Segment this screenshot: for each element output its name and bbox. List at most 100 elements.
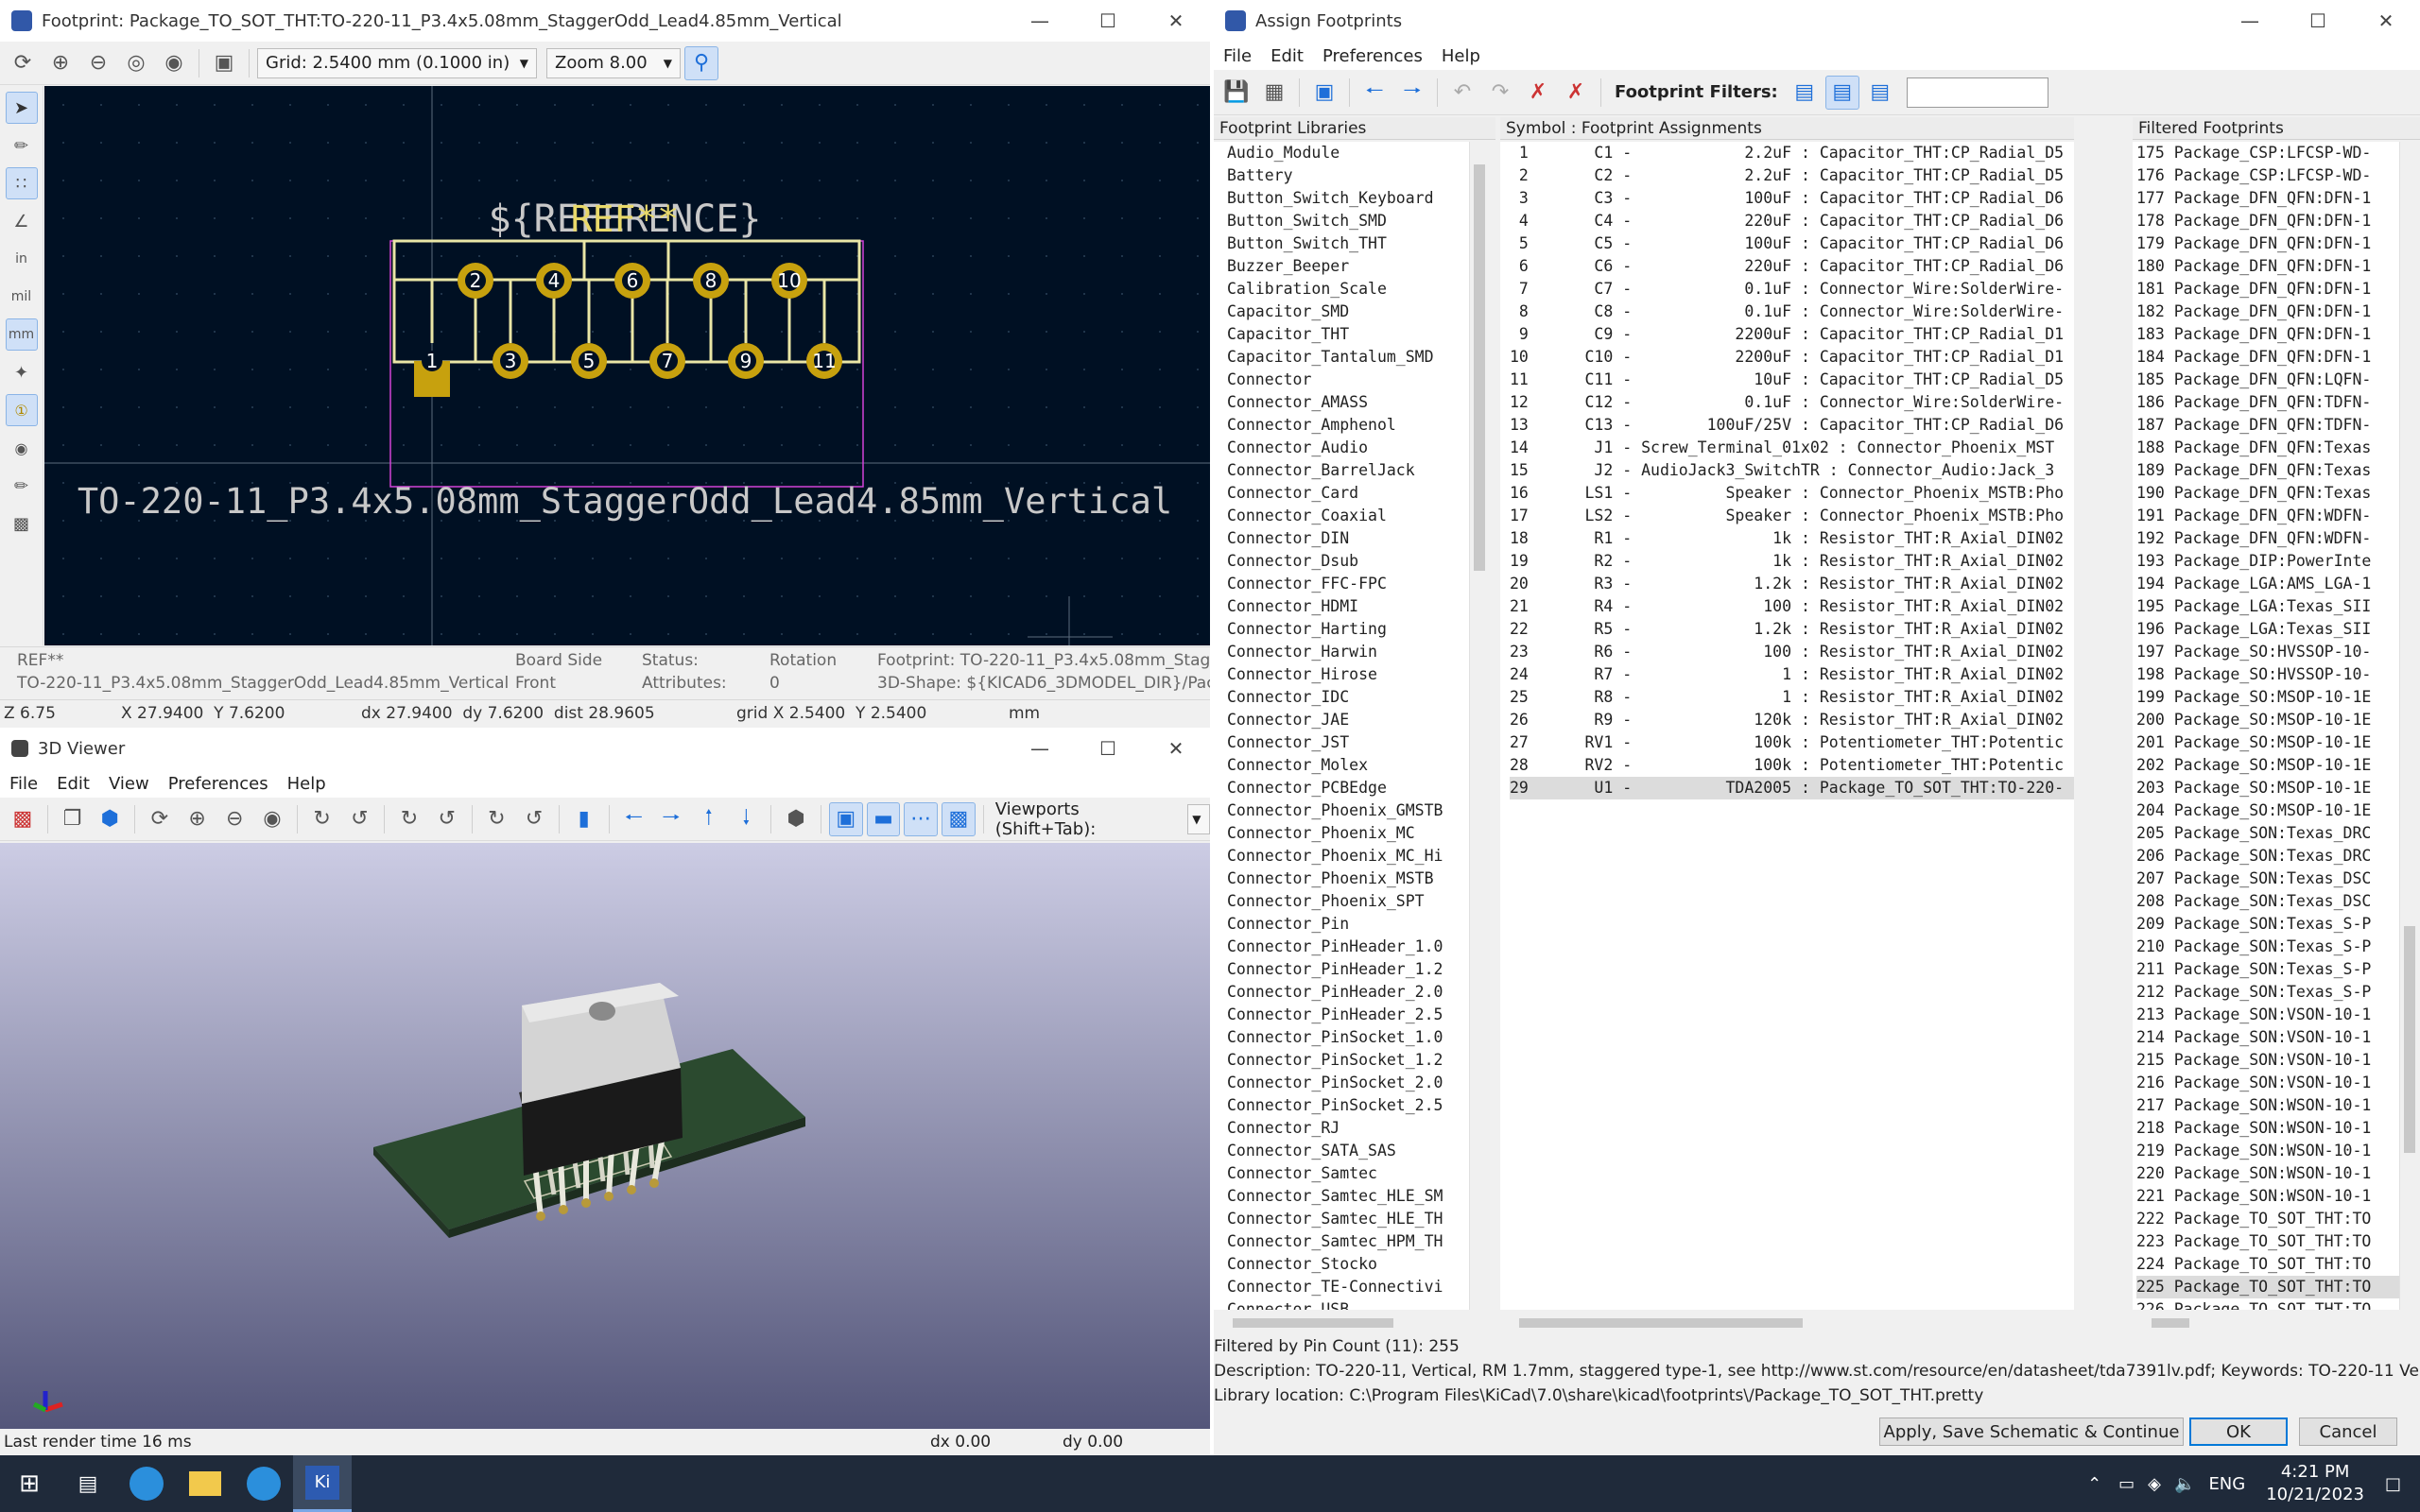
maximize-icon[interactable]: ☐ bbox=[2284, 0, 2352, 42]
library-item[interactable]: Connector_PinHeader_1.2 bbox=[1227, 958, 1488, 981]
filtered-footprints-list[interactable]: 175 Package_CSP:LFCSP-WD- 176 Package_CSP… bbox=[2133, 142, 2407, 1310]
library-item[interactable]: Button_Switch_THT bbox=[1227, 232, 1488, 255]
notification-icon[interactable]: □ bbox=[2385, 1474, 2401, 1494]
assignment-row[interactable]: 3 C3 - 100uF : Capacitor_THT:CP_Radial_D… bbox=[1510, 187, 2074, 210]
library-item[interactable]: Capacitor_Tantalum_SMD bbox=[1227, 346, 1488, 369]
filtered-footprint-row[interactable]: 217 Package_SON:WSON-10-1 bbox=[2136, 1094, 2407, 1117]
grid-toggle-icon[interactable]: ∷ bbox=[5, 167, 38, 199]
assignments-list[interactable]: 1 C1 - 2.2uF : Capacitor_THT:CP_Radial_D… bbox=[1500, 142, 2074, 1310]
library-item[interactable]: Connector_Samtec_HPM_TH bbox=[1227, 1230, 1488, 1253]
filtered-footprint-row[interactable]: 178 Package_DFN_QFN:DFN-1 bbox=[2136, 210, 2407, 232]
minimize-icon[interactable]: — bbox=[2216, 0, 2284, 42]
library-item[interactable]: Connector_Audio bbox=[1227, 437, 1488, 459]
units-mil-icon[interactable]: mil bbox=[6, 281, 38, 313]
filtered-footprint-row[interactable]: 207 Package_SON:Texas_DSC bbox=[2136, 868, 2407, 890]
filtered-footprint-row[interactable]: 214 Package_SON:VSON-10-1 bbox=[2136, 1026, 2407, 1049]
filtered-footprint-row[interactable]: 175 Package_CSP:LFCSP-WD- bbox=[2136, 142, 2407, 164]
libraries-hscroll[interactable] bbox=[1214, 1314, 1488, 1332]
library-item[interactable]: Connector_PinHeader_2.5 bbox=[1227, 1004, 1488, 1026]
polar-coords-icon[interactable]: ∠ bbox=[6, 205, 38, 237]
menu-edit[interactable]: Edit bbox=[47, 774, 99, 794]
move-left-icon[interactable]: 🠐 bbox=[617, 802, 651, 836]
filtered-footprint-row[interactable]: 220 Package_SON:WSON-10-1 bbox=[2136, 1162, 2407, 1185]
filtered-footprint-row[interactable]: 180 Package_DFN_QFN:DFN-1 bbox=[2136, 255, 2407, 278]
filtered-footprint-row[interactable]: 198 Package_SO:HVSSOP-10- bbox=[2136, 663, 2407, 686]
rotate-z-ccw-icon[interactable]: ↺ bbox=[517, 802, 551, 836]
rotate-y-ccw-icon[interactable]: ↺ bbox=[430, 802, 464, 836]
filtered-footprint-row[interactable]: 202 Package_SO:MSOP-10-1E bbox=[2136, 754, 2407, 777]
library-item[interactable]: Connector_Phoenix_SPT bbox=[1227, 890, 1488, 913]
library-item[interactable]: Connector_Phoenix_MSTB bbox=[1227, 868, 1488, 890]
filtered-footprint-row[interactable]: 191 Package_DFN_QFN:WDFN- bbox=[2136, 505, 2407, 527]
filtered-footprint-row[interactable]: 219 Package_SON:WSON-10-1 bbox=[2136, 1140, 2407, 1162]
library-item[interactable]: Connector_Samtec_HLE_SM bbox=[1227, 1185, 1488, 1208]
flip-board-icon[interactable]: ▮ bbox=[567, 802, 601, 836]
filtered-footprint-row[interactable]: 216 Package_SON:VSON-10-1 bbox=[2136, 1072, 2407, 1094]
text-sketch-icon[interactable]: ▩ bbox=[6, 507, 38, 540]
assignment-row[interactable]: 15 J2 - AudioJack3_SwitchTR : Connector_… bbox=[1510, 459, 2074, 482]
clock[interactable]: 4:21 PM 10/21/2023 bbox=[2266, 1461, 2364, 1506]
filtered-footprint-row[interactable]: 211 Package_SON:Texas_S-P bbox=[2136, 958, 2407, 981]
library-item[interactable]: Connector_Harting bbox=[1227, 618, 1488, 641]
grid-select[interactable]: Grid: 2.5400 mm (0.1000 in) ▼ bbox=[257, 47, 537, 78]
filtered-footprint-row[interactable]: 223 Package_TO_SOT_THT:TO bbox=[2136, 1230, 2407, 1253]
filtered-footprint-row[interactable]: 226 Package_TO_SOT_THT:TO bbox=[2136, 1298, 2407, 1310]
export-icon[interactable]: ▩ bbox=[6, 802, 40, 836]
chevron-up-icon[interactable]: ⌃ bbox=[2087, 1474, 2101, 1494]
filter-keywords-icon[interactable]: ▤ bbox=[1788, 76, 1822, 110]
filtered-footprint-row[interactable]: 177 Package_DFN_QFN:DFN-1 bbox=[2136, 187, 2407, 210]
filtered-footprint-row[interactable]: 212 Package_SON:Texas_S-P bbox=[2136, 981, 2407, 1004]
assignment-row[interactable]: 4 C4 - 220uF : Capacitor_THT:CP_Radial_D… bbox=[1510, 210, 2074, 232]
library-item[interactable]: Capacitor_THT bbox=[1227, 323, 1488, 346]
assignment-row[interactable]: 24 R7 - 1 : Resistor_THT:R_Axial_DIN02 bbox=[1510, 663, 2074, 686]
units-inch-icon[interactable]: in bbox=[6, 243, 38, 275]
libraries-list[interactable]: Audio_Module Battery Button_Switch_Keyboar… bbox=[1214, 142, 1488, 1310]
assignment-row[interactable]: 9 C9 - 2200uF : Capacitor_THT:CP_Radial_… bbox=[1510, 323, 2074, 346]
rotate-x-ccw-icon[interactable]: ↺ bbox=[342, 802, 376, 836]
filtered-footprint-row[interactable]: 179 Package_DFN_QFN:DFN-1 bbox=[2136, 232, 2407, 255]
measure-icon[interactable]: ✏ bbox=[6, 129, 38, 162]
filtered-footprint-row[interactable]: 206 Package_SON:Texas_DRC bbox=[2136, 845, 2407, 868]
assignment-row[interactable]: 19 R2 - 1k : Resistor_THT:R_Axial_DIN02 bbox=[1510, 550, 2074, 573]
menu-preferences[interactable]: Preferences bbox=[159, 774, 278, 794]
library-item[interactable]: Connector_Amphenol bbox=[1227, 414, 1488, 437]
library-item[interactable]: Connector_HDMI bbox=[1227, 595, 1488, 618]
library-item[interactable]: Connector_PinSocket_1.0 bbox=[1227, 1026, 1488, 1049]
viewports-select[interactable]: ▼ bbox=[1187, 803, 1210, 834]
assignment-row[interactable]: 22 R5 - 1.2k : Resistor_THT:R_Axial_DIN0… bbox=[1510, 618, 2074, 641]
library-item[interactable]: Connector_Pin bbox=[1227, 913, 1488, 936]
menu-help[interactable]: Help bbox=[278, 774, 336, 794]
rotate-x-cw-icon[interactable]: ↻ bbox=[305, 802, 339, 836]
assignment-row[interactable]: 29 U1 - TDA2005 : Package_TO_SOT_THT:TO-… bbox=[1510, 777, 2074, 799]
library-item[interactable]: Connector_SATA_SAS bbox=[1227, 1140, 1488, 1162]
library-item[interactable]: Connector_Samtec bbox=[1227, 1162, 1488, 1185]
library-item[interactable]: Connector_PinHeader_1.0 bbox=[1227, 936, 1488, 958]
view-footprint-icon[interactable]: ▣ bbox=[1307, 76, 1341, 110]
assignment-row[interactable]: 25 R8 - 1 : Resistor_THT:R_Axial_DIN02 bbox=[1510, 686, 2074, 709]
assignment-row[interactable]: 27 RV1 - 100k : Potentiometer_THT:Potent… bbox=[1510, 731, 2074, 754]
library-item[interactable]: Connector_JST bbox=[1227, 731, 1488, 754]
show-tht-icon[interactable]: ▣ bbox=[828, 801, 863, 836]
filtered-hscroll[interactable] bbox=[2133, 1314, 2407, 1332]
assignment-row[interactable]: 28 RV2 - 100k : Potentiometer_THT:Potent… bbox=[1510, 754, 2074, 777]
filtered-footprint-row[interactable]: 181 Package_DFN_QFN:DFN-1 bbox=[2136, 278, 2407, 301]
raytrace-icon[interactable]: ⬢ bbox=[93, 802, 127, 836]
library-item[interactable]: Connector_JAE bbox=[1227, 709, 1488, 731]
filtered-footprint-row[interactable]: 224 Package_TO_SOT_THT:TO bbox=[2136, 1253, 2407, 1276]
filter-search-input[interactable] bbox=[1906, 77, 2048, 108]
next-icon[interactable]: 🠒 bbox=[1395, 76, 1429, 110]
assignment-row[interactable]: 13 C13 - 100uF/25V : Capacitor_THT:CP_Ra… bbox=[1510, 414, 2074, 437]
maximize-icon[interactable]: ☐ bbox=[1074, 0, 1142, 42]
library-item[interactable]: Connector_DIN bbox=[1227, 527, 1488, 550]
filtered-footprint-row[interactable]: 195 Package_LGA:Texas_SII bbox=[2136, 595, 2407, 618]
assignment-row[interactable]: 14 J1 - Screw_Terminal_01x02 : Connector… bbox=[1510, 437, 2074, 459]
assignments-hscroll[interactable] bbox=[1500, 1314, 2074, 1332]
zoom-auto-icon[interactable]: ⚲ bbox=[684, 45, 718, 80]
browser-icon[interactable] bbox=[117, 1455, 176, 1512]
zoom-out-icon[interactable]: ⊖ bbox=[81, 46, 115, 80]
filtered-footprint-row[interactable]: 188 Package_DFN_QFN:Texas bbox=[2136, 437, 2407, 459]
rotate-z-cw-icon[interactable]: ↻ bbox=[479, 802, 513, 836]
display-mode-icon[interactable]: ▣ bbox=[207, 46, 241, 80]
assignment-row[interactable]: 1 C1 - 2.2uF : Capacitor_THT:CP_Radial_D… bbox=[1510, 142, 2074, 164]
move-down-icon[interactable]: 🠓 bbox=[730, 802, 764, 836]
